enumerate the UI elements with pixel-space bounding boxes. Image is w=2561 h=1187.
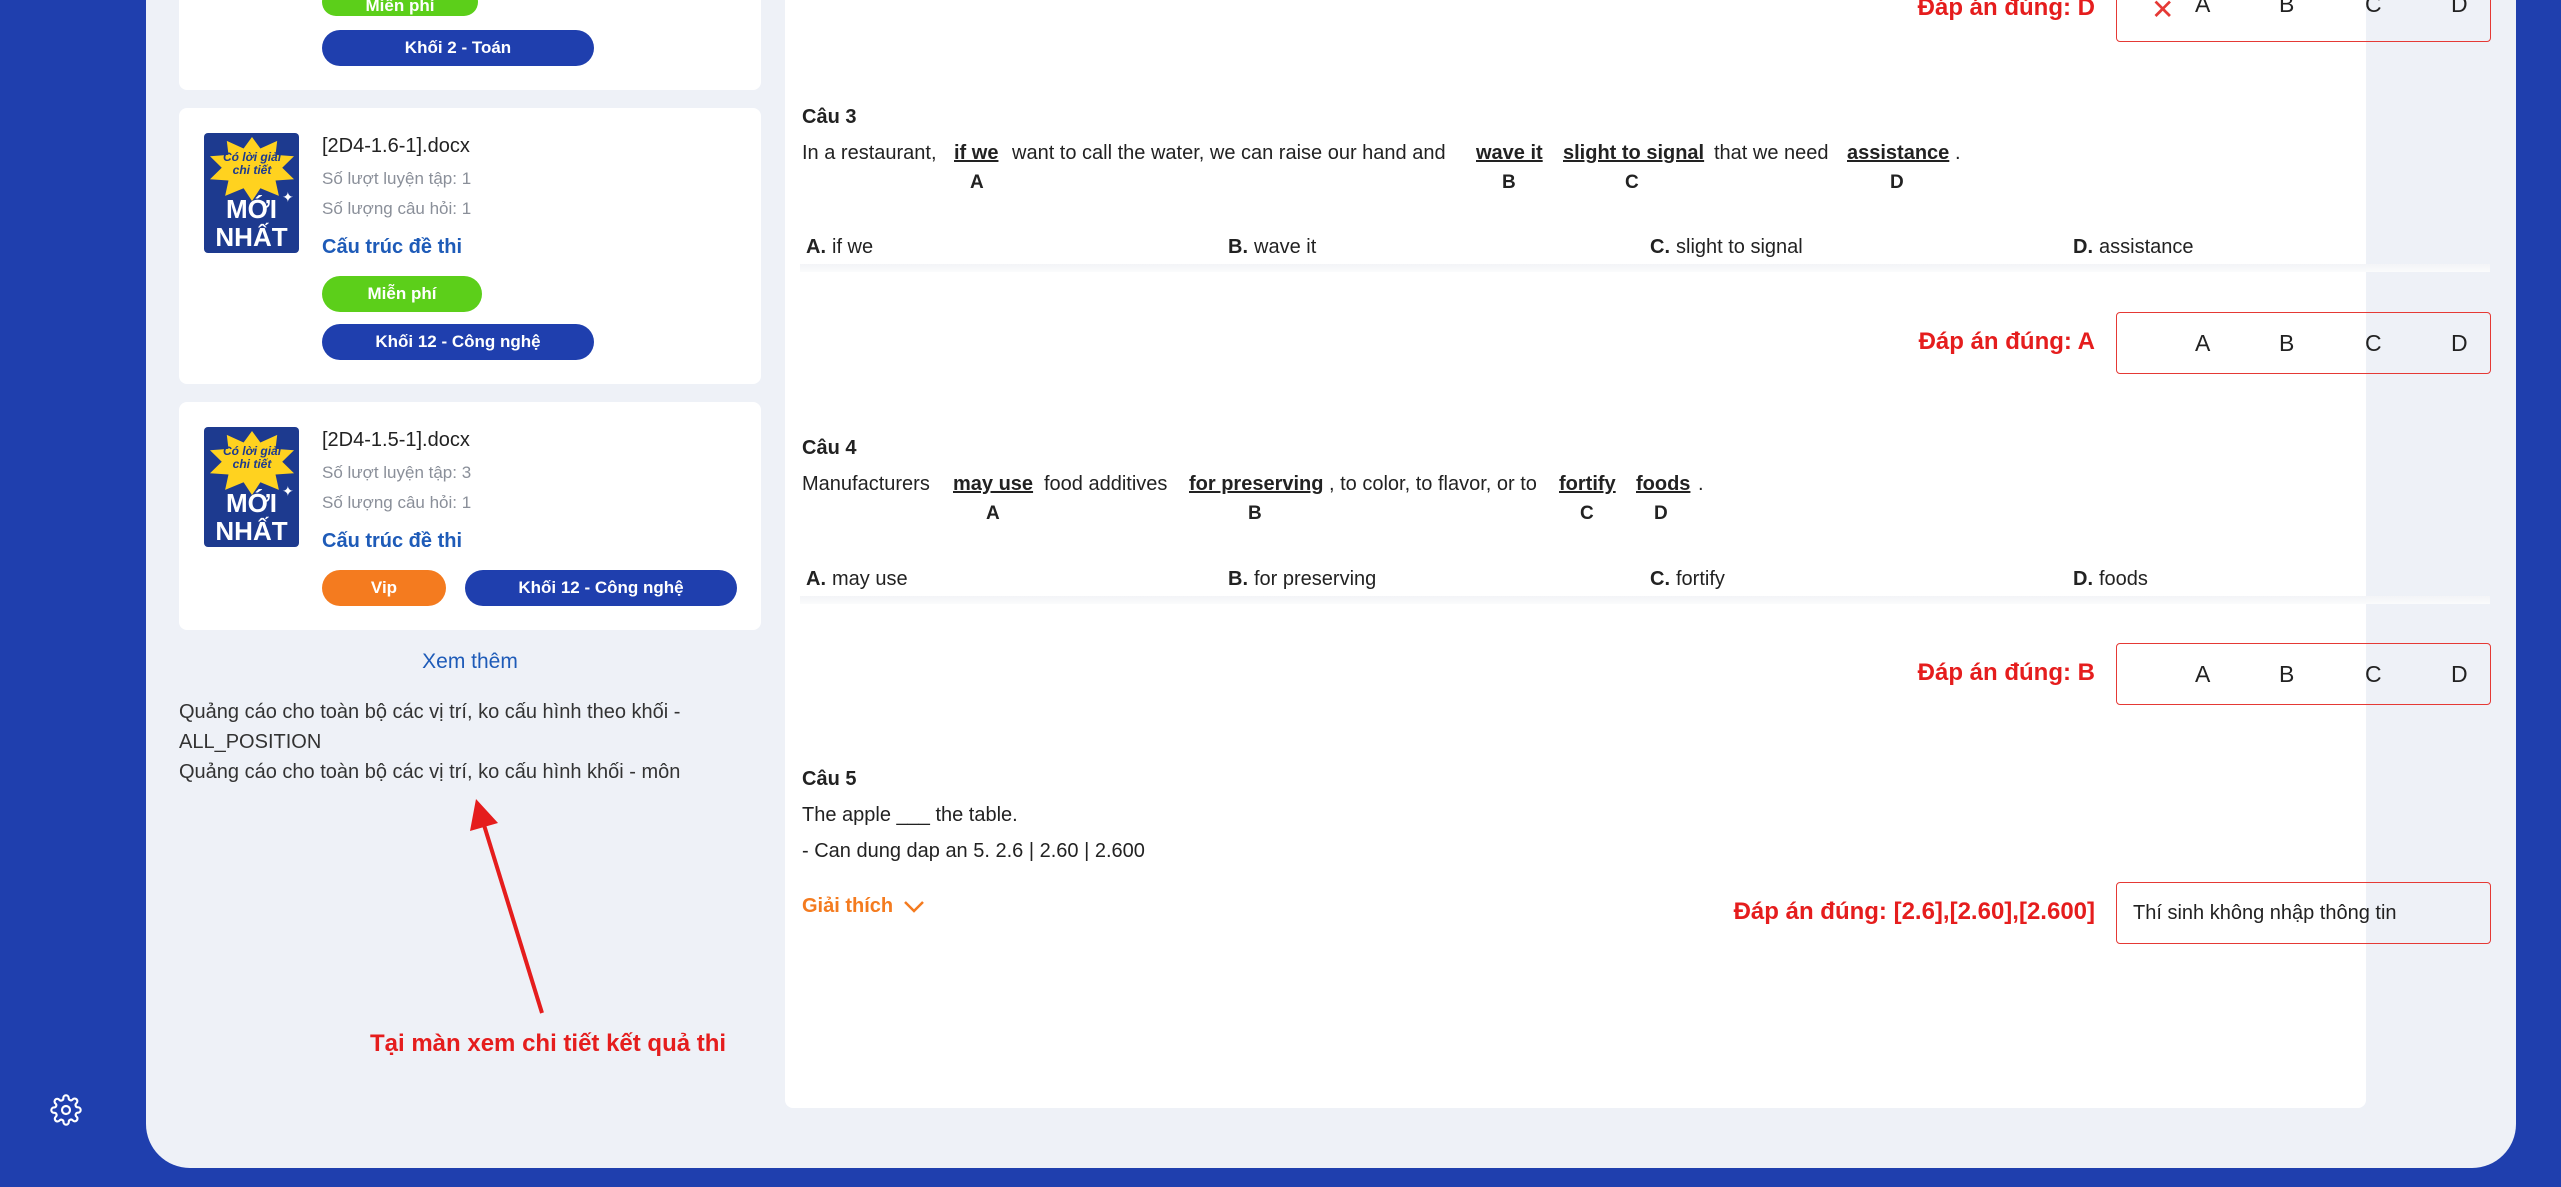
option-b[interactable]: B (2279, 330, 2294, 357)
ad-line[interactable]: Quảng cáo cho toàn bộ các vị trí, ko cấu… (179, 697, 680, 727)
segment-label-b: B (1502, 172, 1516, 193)
answer-options-box: A B C D (2116, 643, 2491, 705)
document-title[interactable]: [2D4-1.5-1].docx (322, 429, 470, 452)
choice-d: D. assistance (2073, 236, 2194, 258)
ad-line[interactable]: ALL_POSITION (179, 727, 321, 757)
question-text: Manufacturers (802, 473, 930, 495)
question-text: In a restaurant, (802, 142, 937, 164)
sparkle-icon: ✦ (282, 189, 294, 205)
practice-count: Số lượt luyện tập: 1 (322, 169, 472, 188)
question-text: The apple ___ the table. (802, 804, 1018, 826)
option-b[interactable]: B (2279, 0, 2294, 18)
divider (800, 264, 2490, 272)
question-text: that we need (1714, 142, 1829, 164)
settings-gear-icon[interactable] (48, 1092, 84, 1128)
question-title: Câu 5 (802, 768, 857, 790)
option-c[interactable]: C (2365, 330, 2382, 357)
underlined-segment-d: foods (1636, 473, 1691, 495)
annotation-arrow (470, 799, 544, 1014)
question-note: - Can dung dap an 5. 2.6 | 2.60 | 2.600 (802, 840, 1145, 862)
document-card[interactable]: Có lời giải chi tiết MỚI NHẤT ✦ [2D4-1.5… (179, 402, 761, 630)
option-b[interactable]: B (2279, 661, 2294, 688)
underlined-segment-b: wave it (1476, 142, 1543, 164)
option-d[interactable]: D (2451, 0, 2468, 18)
segment-label-d: D (1654, 503, 1668, 524)
question-text: , to color, to flavor, or to (1329, 473, 1537, 495)
choice-b: B. wave it (1228, 236, 1317, 258)
question-count: Số lượng câu hỏi: 1 (322, 199, 472, 218)
question-text: food additives (1044, 473, 1168, 495)
option-c[interactable]: C (2365, 0, 2382, 18)
document-card[interactable]: Có lời giải chi tiết MỚI NHẤT ✦ [2D4-1.6… (179, 108, 761, 384)
grade-subject-tag[interactable]: Khối 12 - Công nghệ (322, 324, 594, 360)
ad-line[interactable]: Quảng cáo cho toàn bộ các vị trí, ko cấu… (179, 757, 680, 787)
segment-label-b: B (1248, 503, 1262, 524)
answer-options-box: A B C D (2116, 312, 2491, 374)
see-more-link[interactable]: Xem thêm (179, 650, 761, 674)
option-a[interactable]: A (2195, 330, 2210, 357)
choice-d: D. foods (2073, 568, 2148, 590)
underlined-segment-a: may use (953, 473, 1034, 495)
grade-subject-tag[interactable]: Khối 12 - Công nghệ (465, 570, 737, 606)
option-a[interactable]: A (2195, 661, 2210, 688)
correct-answer-label: Đáp án đúng: D (1917, 0, 2095, 21)
document-card[interactable]: Miễn phí Khối 2 - Toán (179, 0, 761, 90)
question-title: Câu 3 (802, 106, 857, 128)
correct-answer-label: Đáp án đúng: B (1917, 659, 2095, 686)
segment-label-c: C (1580, 503, 1594, 524)
answer-options-box: ✕ A B C D (2116, 0, 2491, 42)
thumbnail-badge-text: Có lời giải chi tiết (222, 444, 282, 471)
explanation-toggle[interactable]: Giải thích (802, 895, 925, 918)
sparkle-icon: ✦ (282, 483, 294, 499)
explanation-label: Giải thích (802, 895, 894, 917)
grade-subject-tag[interactable]: Khối 2 - Toán (322, 30, 594, 66)
wrong-mark-icon: ✕ (2151, 0, 2175, 25)
choice-b: B. for preserving (1228, 568, 1377, 590)
underlined-segment-c: slight to signal (1563, 142, 1705, 164)
question-title: Câu 4 (802, 437, 857, 459)
segment-label-c: C (1625, 172, 1639, 193)
thumbnail-badge-text: Có lời giải chi tiết (222, 150, 282, 177)
choice-a: A. may use (806, 568, 908, 590)
segment-label-a: A (970, 172, 984, 193)
practice-count: Số lượt luyện tập: 3 (322, 463, 472, 482)
user-answer-field: Thí sinh không nhập thông tin (2116, 882, 2491, 944)
segment-label-d: D (1890, 172, 1904, 193)
document-thumbnail: Có lời giải chi tiết MỚI NHẤT ✦ (204, 427, 299, 547)
underlined-segment-a: if we (954, 142, 999, 164)
exam-structure-link[interactable]: Cấu trúc đề thi (322, 236, 462, 259)
exam-structure-link[interactable]: Cấu trúc đề thi (322, 530, 462, 553)
underlined-segment-b: for preserving (1189, 473, 1324, 495)
underlined-segment-c: fortify (1559, 473, 1616, 495)
document-thumbnail: Có lời giải chi tiết MỚI NHẤT ✦ (204, 133, 299, 253)
question-count: Số lượng câu hỏi: 1 (322, 493, 472, 512)
option-d[interactable]: D (2451, 661, 2468, 688)
choice-a: A. if we (806, 236, 874, 258)
free-tag: Miễn phí (322, 276, 482, 312)
option-c[interactable]: C (2365, 661, 2382, 688)
segment-label-a: A (986, 503, 1000, 524)
vip-tag: Vip (322, 570, 446, 606)
free-tag: Miễn phí (322, 0, 478, 16)
choice-c: C. fortify (1650, 568, 1725, 590)
question-text: want to call the water, we can raise our… (1012, 142, 1446, 164)
divider (800, 596, 2490, 604)
choice-c: C. slight to signal (1650, 236, 1803, 258)
option-d[interactable]: D (2451, 330, 2468, 357)
underlined-segment-d: assistance (1847, 142, 1950, 164)
option-a[interactable]: A (2195, 0, 2210, 18)
document-title[interactable]: [2D4-1.6-1].docx (322, 135, 470, 158)
correct-answer-label: Đáp án đúng: A (1918, 328, 2095, 355)
question-text: . (1698, 473, 1704, 495)
annotation-label: Tại màn xem chi tiết kết quả thi (370, 1030, 727, 1057)
correct-answer-label: Đáp án đúng: [2.6],[2.60],[2.600] (1733, 898, 2095, 925)
question-text: . (1955, 142, 1961, 164)
chevron-down-icon (904, 900, 925, 913)
